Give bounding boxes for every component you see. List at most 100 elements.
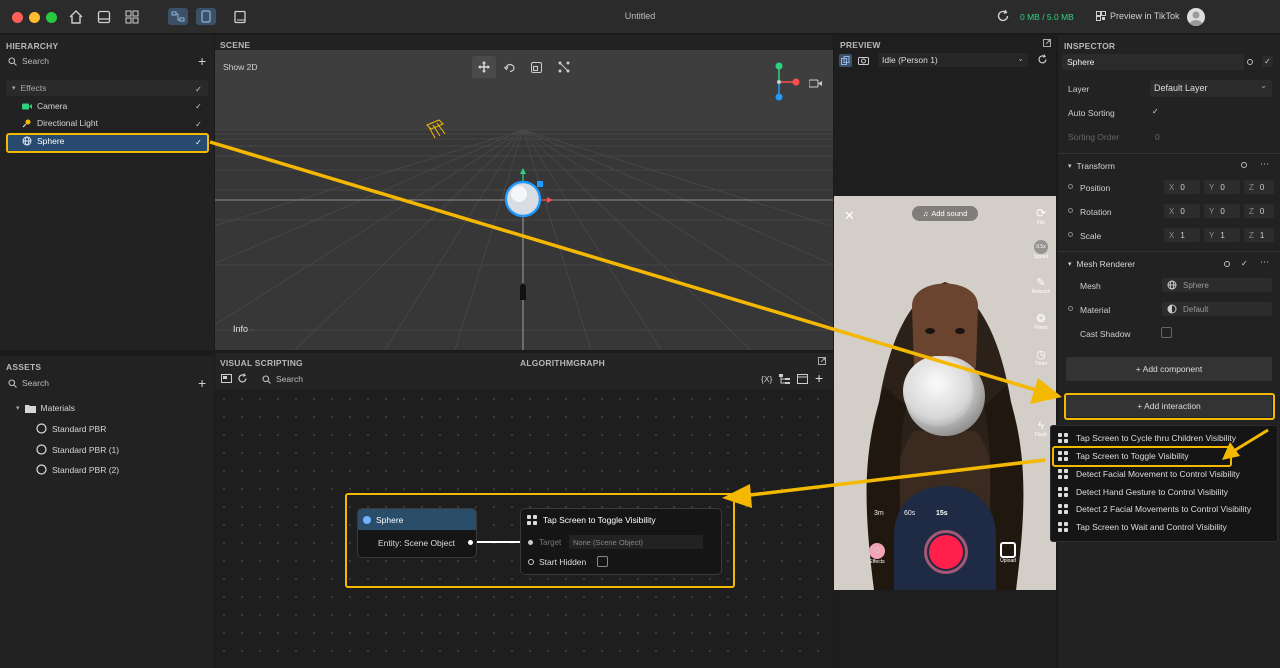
refresh-icon[interactable] (996, 9, 1012, 25)
effects-button[interactable]: ☺ Effects (866, 543, 888, 565)
start-hidden-checkbox[interactable] (597, 556, 608, 567)
scale-z-field[interactable]: Z1 (1244, 228, 1274, 242)
rotation-x-field[interactable]: X0 (1164, 204, 1200, 218)
record-button[interactable] (924, 530, 968, 574)
camera-snapshot-icon[interactable] (858, 56, 869, 67)
hierarchy-item-effects[interactable]: ▾ Effects (12, 83, 46, 93)
add-component-button[interactable]: + Add component (1066, 357, 1272, 381)
add-sound-button[interactable]: ♫ Add sound (912, 206, 978, 221)
window-icon[interactable] (797, 374, 808, 386)
vs-add-button[interactable]: + (815, 370, 823, 386)
menu-item-facial-movement-visibility[interactable]: Detect Facial Movement to Control Visibi… (1058, 469, 1240, 479)
radio-icon[interactable] (1068, 306, 1073, 311)
object-enabled-checkbox[interactable]: ✓ (1262, 56, 1273, 67)
scene-viewport[interactable]: Show 2D Info · (215, 50, 833, 350)
tap-toggle-visibility-node[interactable]: Tap Screen to Toggle Visibility Target N… (520, 508, 722, 575)
menu-item-two-facial-movements-visibility[interactable]: Detect 2 Facial Movements to Control Vis… (1058, 504, 1251, 514)
object-name-input[interactable]: Sphere (1062, 54, 1244, 70)
home-icon[interactable] (68, 9, 84, 25)
menu-item-tap-wait-visibility[interactable]: Tap Screen to Wait and Control Visibilit… (1058, 522, 1227, 532)
flash-button[interactable]: ϟ Flash (1030, 420, 1052, 438)
duration-3m[interactable]: 3m (874, 510, 884, 517)
more-options-icon[interactable]: ⋯ (1260, 159, 1269, 170)
assets-folder-materials[interactable]: ▾ Materials (16, 403, 75, 413)
phone-preview-toggle-button[interactable] (196, 8, 216, 25)
radio-icon[interactable] (1068, 208, 1073, 213)
checkmark-icon[interactable]: ✓ (194, 102, 203, 111)
output-port[interactable] (468, 540, 473, 545)
flip-button[interactable]: ⟳ Flip (1030, 206, 1052, 226)
assets-search[interactable]: Search (8, 378, 49, 388)
layer-select[interactable]: Default Layer ⌄ (1150, 80, 1272, 97)
input-port[interactable] (528, 540, 533, 545)
hierarchy-add-button[interactable]: + (198, 54, 206, 68)
scale-tool-icon[interactable] (531, 62, 542, 75)
mesh-field[interactable]: Sphere (1162, 278, 1272, 292)
close-icon[interactable]: ✕ (844, 208, 855, 224)
retouch-button[interactable]: ✎ Retouch (1030, 276, 1052, 295)
grid-apps-icon[interactable] (124, 9, 140, 25)
move-tool-button[interactable] (472, 56, 496, 78)
menu-item-hand-gesture-visibility[interactable]: Detect Hand Gesture to Control Visibilit… (1058, 487, 1228, 497)
position-x-field[interactable]: X0 (1164, 180, 1200, 194)
axis-gizmo-icon[interactable] (767, 60, 801, 106)
camera-view-icon[interactable] (808, 79, 822, 90)
mesh-renderer-section-header[interactable]: ▾ Mesh Renderer (1068, 259, 1135, 269)
user-avatar[interactable] (1187, 8, 1205, 26)
checkmark-icon[interactable]: ✓ (194, 120, 203, 129)
book-icon[interactable] (232, 9, 248, 25)
asset-item[interactable]: Standard PBR (1) (36, 444, 119, 455)
duration-15s[interactable]: 15s (936, 510, 948, 517)
hierarchy-item-directional-light[interactable]: Directional Light (22, 118, 98, 128)
variables-button[interactable]: {X} (761, 374, 772, 384)
mesh-renderer-enabled-checkbox[interactable]: ✓ (1241, 259, 1248, 268)
hierarchy-item-camera[interactable]: Camera (22, 101, 67, 111)
rotation-y-field[interactable]: Y0 (1204, 204, 1240, 218)
minimize-window-button[interactable] (29, 12, 40, 23)
radio-icon[interactable] (1068, 232, 1073, 237)
scale-x-field[interactable]: X1 (1164, 228, 1200, 242)
phone-preview[interactable]: ✕ ♫ Add sound ⟳ Flip 0.5x Speed ✎ Retouc… (834, 196, 1056, 590)
rotate-tool-icon[interactable] (503, 62, 516, 75)
upload-button[interactable]: Upload (997, 542, 1019, 564)
checkmark-icon[interactable]: ✓ (194, 138, 203, 147)
position-y-field[interactable]: Y0 (1204, 180, 1240, 194)
filters-button[interactable]: ❂ Filters (1030, 312, 1052, 331)
panel-layout-icon[interactable] (96, 9, 112, 25)
input-port[interactable] (528, 559, 534, 565)
target-field[interactable]: None (Scene Object) (569, 535, 703, 549)
scale-y-field[interactable]: Y1 (1204, 228, 1240, 242)
image-frame-icon[interactable] (221, 374, 232, 385)
hierarchy-list-icon[interactable] (779, 374, 790, 386)
refresh-icon[interactable] (1037, 54, 1048, 67)
external-link-icon[interactable] (818, 357, 826, 367)
more-options-icon[interactable]: ⋯ (1260, 257, 1269, 268)
refresh-icon[interactable] (237, 373, 248, 386)
vs-search[interactable]: Search (262, 374, 303, 384)
rotation-z-field[interactable]: Z0 (1244, 204, 1274, 218)
asset-item[interactable]: Standard PBR (2) (36, 464, 119, 475)
hierarchy-item-sphere[interactable]: Sphere (22, 136, 64, 146)
preview-in-tiktok-button[interactable]: Preview in TikTok (1096, 11, 1180, 21)
radio-icon[interactable] (1241, 162, 1247, 168)
close-window-button[interactable] (12, 12, 23, 23)
radio-icon[interactable] (1224, 261, 1230, 267)
show-2d-toggle[interactable]: Show 2D (223, 62, 258, 72)
preview-mode-select[interactable]: Idle (Person 1) ⌄ (878, 53, 1028, 67)
radio-icon[interactable] (1068, 184, 1073, 189)
checkmark-icon[interactable]: ✓ (194, 85, 203, 94)
transform-section-header[interactable]: ▾ Transform (1068, 161, 1115, 171)
position-z-field[interactable]: Z0 (1244, 180, 1274, 194)
scene-info-label[interactable]: Info · (233, 324, 253, 334)
duration-60s[interactable]: 60s (904, 510, 915, 517)
external-link-icon[interactable] (1043, 39, 1051, 49)
maximize-window-button[interactable] (46, 12, 57, 23)
node-graph-toggle-button[interactable] (168, 8, 188, 25)
hierarchy-search[interactable]: Search (8, 56, 49, 66)
radio-icon[interactable] (1247, 59, 1253, 65)
timer-button[interactable]: ◷ Timer (1030, 348, 1052, 367)
assets-add-button[interactable]: + (198, 376, 206, 390)
material-field[interactable]: Default (1162, 302, 1272, 316)
speed-button[interactable]: 0.5x Speed (1030, 240, 1052, 260)
sorting-order-value[interactable]: 0 (1155, 132, 1160, 142)
